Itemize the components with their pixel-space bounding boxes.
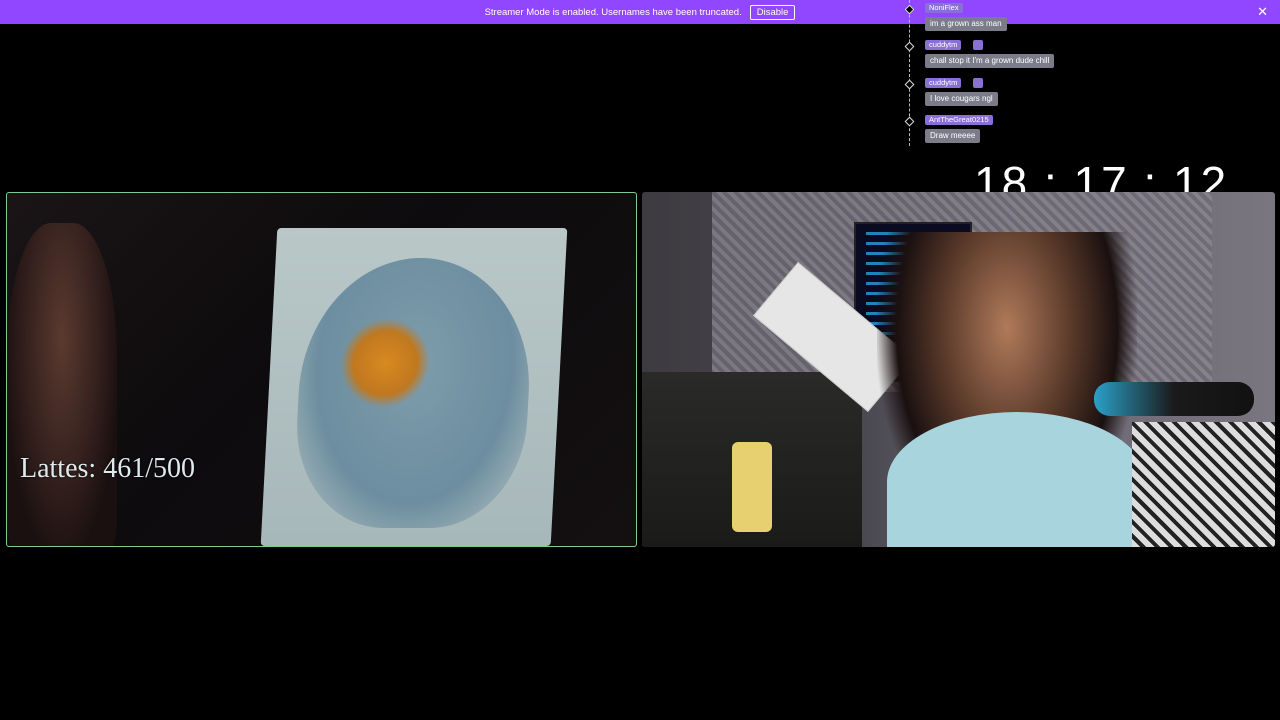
chat-username: cuddytm (925, 40, 962, 50)
right-video-panel (642, 192, 1275, 547)
diamond-icon (904, 41, 915, 52)
user-badge-icon (973, 78, 983, 88)
disable-button[interactable]: Disable (749, 4, 796, 20)
checkered-blanket (1132, 422, 1275, 547)
chat-username: cuddytm (925, 78, 962, 88)
chat-text: I love cougars ngl (925, 92, 998, 106)
diamond-icon (904, 79, 915, 90)
streamer-sweater (887, 412, 1147, 547)
banner-message: Streamer Mode is enabled. Usernames have… (484, 6, 742, 18)
chat-text: chall stop it I'm a grown dude chill (925, 54, 1055, 68)
chat-overlay: NoniFlex im a grown ass man cuddytm chal… (904, 0, 1105, 146)
painted-canvas (260, 228, 568, 546)
chat-username: AntTheGreat0215 (925, 115, 993, 125)
close-icon[interactable]: ✕ (1257, 4, 1268, 20)
wipes-container (732, 442, 772, 532)
user-badge-icon (973, 40, 983, 50)
left-streamer (7, 223, 117, 546)
lattes-goal: Lattes: 461/500 (20, 453, 195, 484)
diamond-icon (904, 116, 915, 127)
painting-flower (337, 318, 433, 408)
left-video-panel: Lattes: 461/500 (6, 192, 637, 547)
diamond-icon (904, 4, 915, 15)
microphone (1094, 382, 1254, 416)
chat-text: im a grown ass man (925, 17, 1007, 31)
chat-username: NoniFlex (925, 3, 963, 13)
chat-text: Draw meeee (925, 129, 981, 143)
